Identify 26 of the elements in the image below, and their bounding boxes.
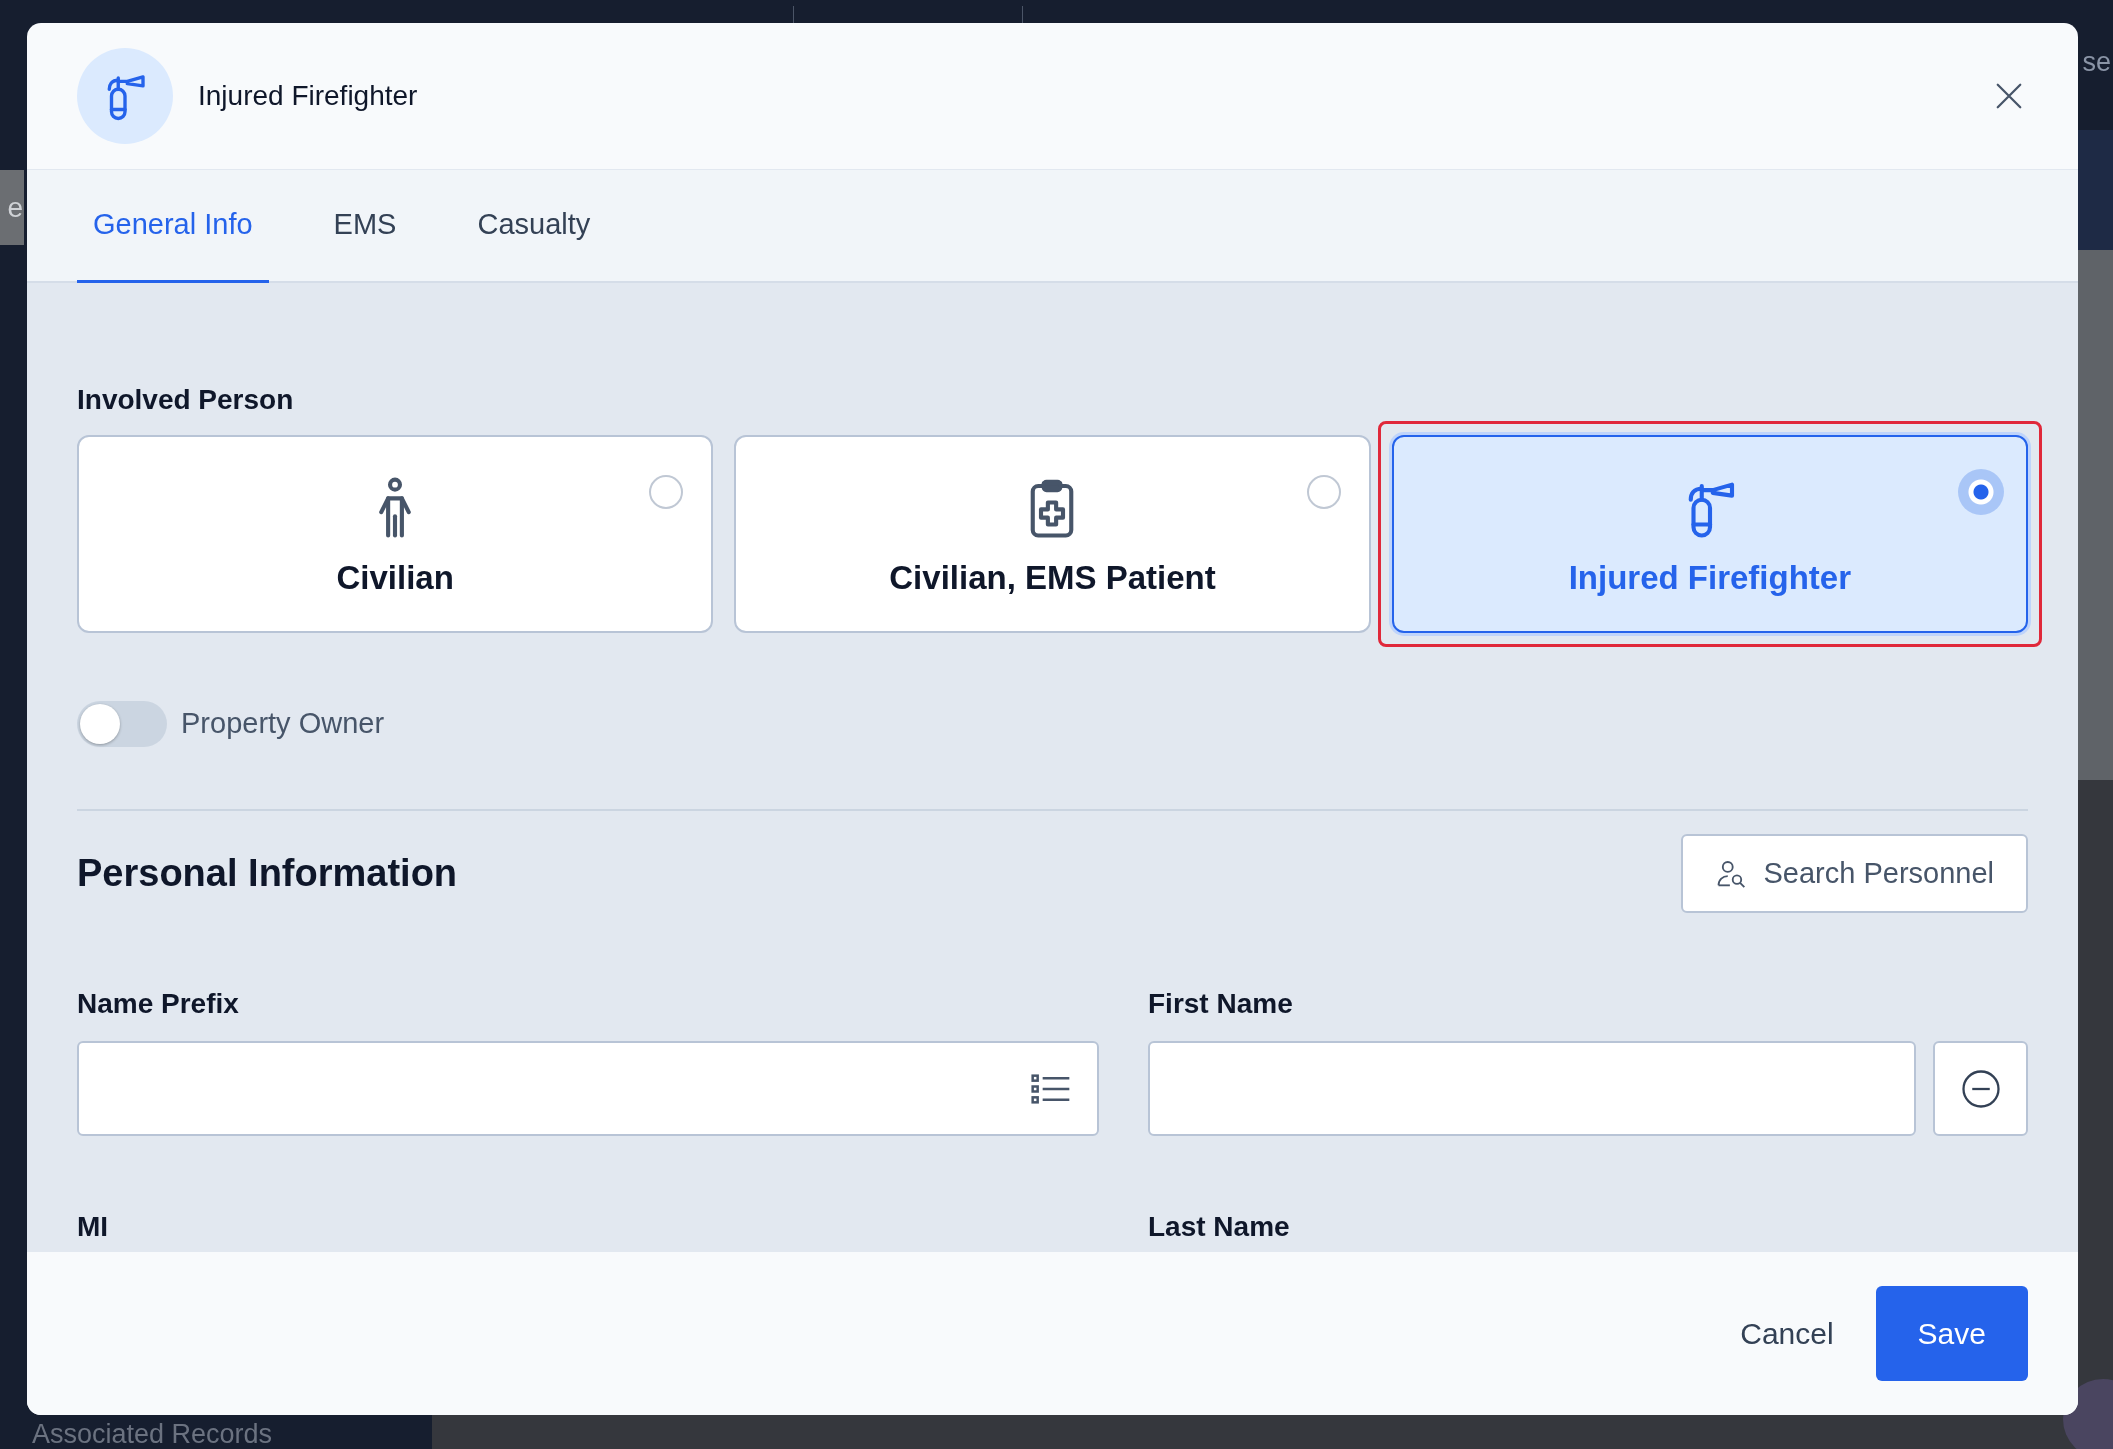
section-title: Personal Information [77, 851, 458, 896]
field-label: MI [77, 1210, 110, 1244]
input-field[interactable] [1148, 1041, 1916, 1136]
option-card[interactable]: Civilian [77, 435, 714, 633]
list-icon [1031, 1071, 1071, 1106]
radio-icon [1306, 475, 1341, 509]
select-field[interactable] [77, 1041, 1099, 1136]
search-personnel-button[interactable]: Search Personnel [1681, 834, 2028, 913]
radio-icon [1958, 469, 2004, 515]
option-card[interactable]: Civilian, EMS Patient [734, 435, 1371, 633]
toggle-switch[interactable] [77, 701, 167, 747]
field-label: Name Prefix [77, 987, 240, 1021]
field-label: First Name [1148, 987, 1294, 1021]
save-button[interactable]: Save [1875, 1286, 2028, 1381]
radio-icon [649, 475, 684, 509]
field-label: Last Name [1148, 1210, 1291, 1244]
header-text: se [2082, 46, 2112, 79]
option-card[interactable]: Injured Firefighter [1391, 435, 2028, 633]
tab[interactable]: Casualty [461, 170, 607, 283]
cancel-button[interactable]: Cancel [1740, 1286, 1834, 1381]
modal-title: Injured Firefighter [198, 79, 418, 113]
toggle-label: Property Owner [181, 706, 385, 742]
minus-circle-icon [1959, 1067, 2002, 1110]
remove-button[interactable] [1933, 1041, 2028, 1136]
tab[interactable]: EMS [317, 170, 413, 283]
section-label: Involved Person [77, 383, 295, 417]
